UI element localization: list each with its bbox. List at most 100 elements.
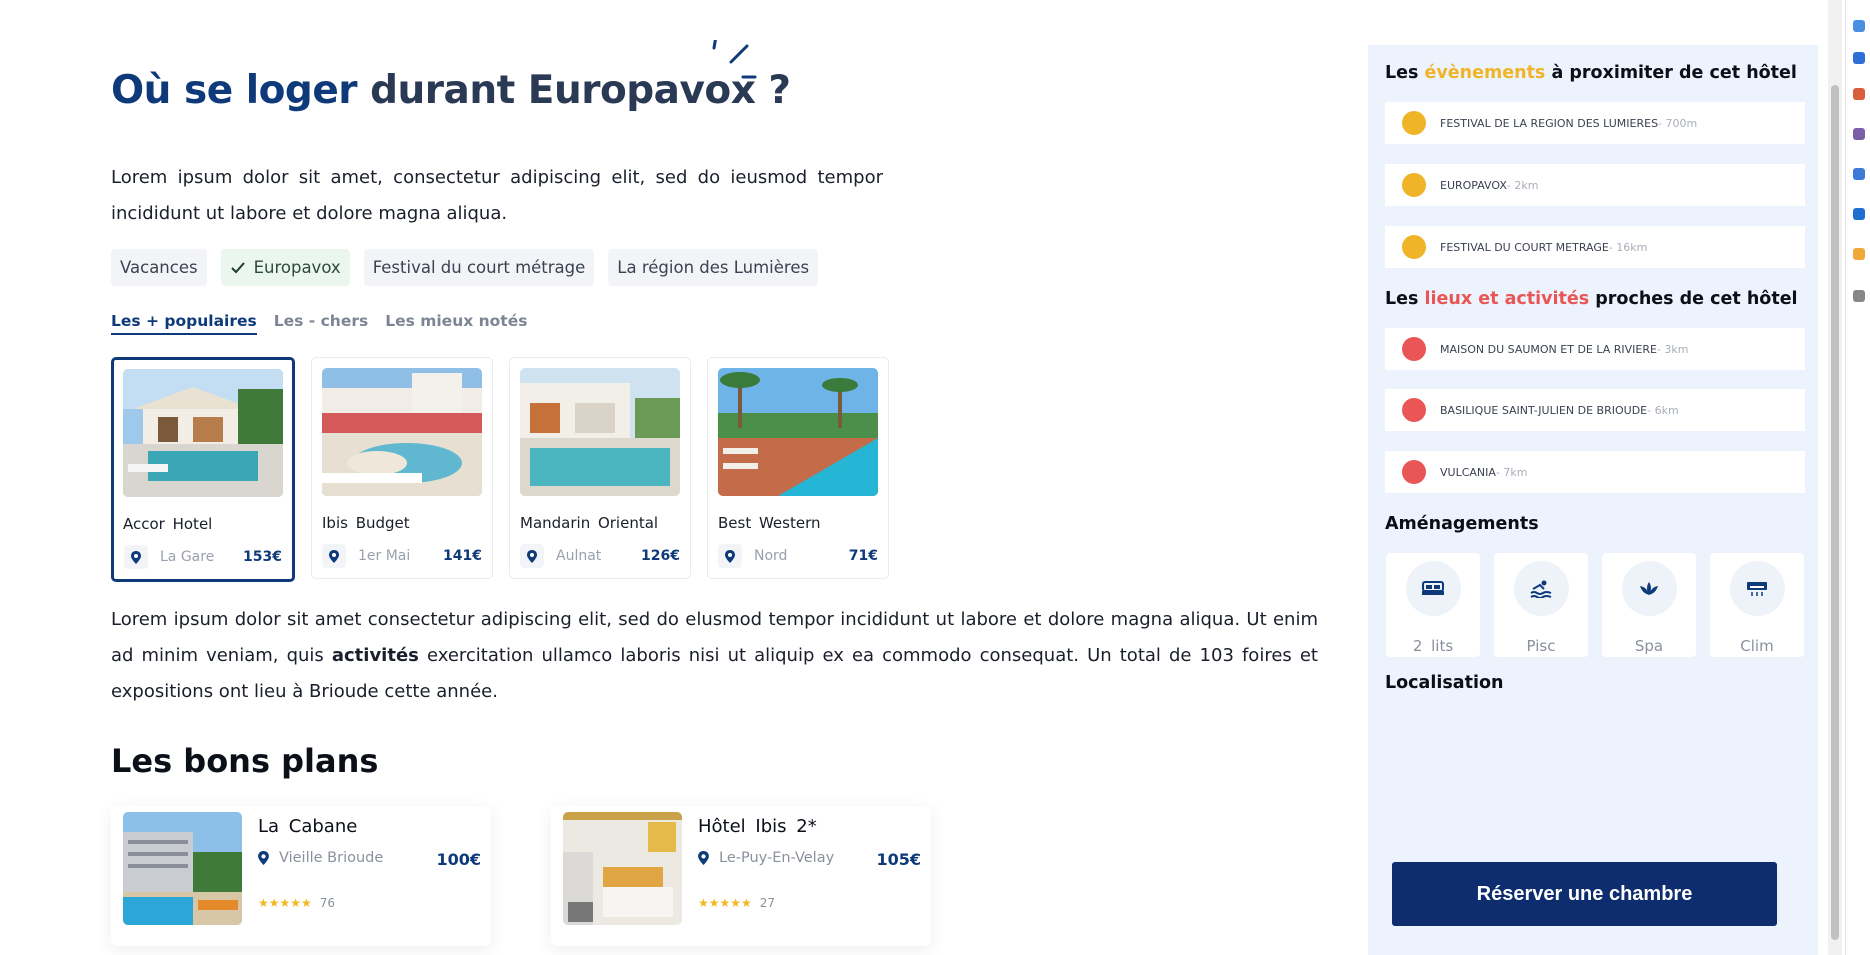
hotel-price: 71€: [848, 548, 878, 564]
description-bold: activités: [331, 645, 419, 666]
intro-paragraph: Lorem ipsum dolor sit amet, consectetur …: [111, 167, 883, 224]
hotel-location: Nord: [754, 548, 788, 564]
chip-festival-court-metrage[interactable]: Festival du court métrage: [363, 249, 595, 286]
event-item[interactable]: FESTIVAL DE LA REGION DES LUMIERES - 700…: [1385, 102, 1805, 144]
air-conditioner-icon: [1729, 561, 1785, 616]
book-room-button[interactable]: Réserver une chambre: [1392, 862, 1777, 926]
deal-card-hotel-ibis[interactable]: Hôtel Ibis 2* Le-Puy-En-Velay 105€ ★★★★★…: [551, 806, 931, 946]
location-pin-icon: [258, 851, 269, 865]
amenity-air-conditioning[interactable]: Clim: [1710, 553, 1804, 657]
hotel-photo: [718, 368, 878, 496]
hotel-price: 153€: [243, 549, 282, 565]
sidebar-app-icon[interactable]: [1853, 248, 1865, 260]
deal-photo: [563, 812, 682, 925]
place-item[interactable]: VULCANIA - 7km: [1385, 451, 1805, 493]
events-title-pre: Les: [1385, 63, 1419, 83]
event-name: FESTIVAL DE LA REGION DES LUMIERES: [1440, 116, 1659, 130]
amenity-label: Pisc: [1526, 637, 1556, 655]
chip-label: La région des Lumières: [617, 258, 810, 277]
description-paragraph: Lorem ipsum dolor sit amet consectetur a…: [111, 602, 1318, 710]
hotel-photo: [123, 369, 283, 497]
place-dot-icon: [1402, 460, 1426, 484]
place-dot-icon: [1402, 398, 1426, 422]
amenity-pool[interactable]: Pisc: [1494, 553, 1588, 657]
amenity-label: Spa: [1634, 637, 1664, 655]
star-rating: ★★★★★: [258, 896, 312, 910]
tab-mieux-notes[interactable]: Les mieux notés: [385, 312, 527, 335]
check-icon: [230, 261, 245, 273]
place-name: BASILIQUE SAINT-JULIEN DE BRIOUDE: [1440, 403, 1648, 417]
hotel-card-ibis-budget[interactable]: Ibis Budget 1er Mai 141€: [311, 357, 493, 579]
sidebar-app-icon[interactable]: [1853, 88, 1865, 100]
amenity-spa[interactable]: Spa: [1602, 553, 1696, 657]
hotel-name: Accor Hotel: [123, 515, 213, 533]
event-dot-icon: [1402, 173, 1426, 197]
events-title: Les évènements à proximiter de cet hôtel: [1385, 63, 1797, 83]
hotel-location: La Gare: [160, 549, 215, 565]
events-title-highlight: évènements: [1424, 63, 1546, 83]
event-dot-icon: [1402, 235, 1426, 259]
sidebar-app-icon[interactable]: [1853, 128, 1865, 140]
page-title-highlight: Où se loger: [111, 68, 358, 113]
deal-location: Le-Puy-En-Velay: [719, 850, 835, 866]
hotel-card-mandarin-oriental[interactable]: Mandarin Oriental Aulnat 126€: [509, 357, 691, 579]
hotel-card-best-western[interactable]: Best Western Nord 71€: [707, 357, 889, 579]
hotel-card-accor[interactable]: Accor Hotel La Gare 153€: [111, 357, 295, 582]
event-distance: - 2km: [1506, 178, 1539, 192]
amenities-list: 2 lits Pisc Spa Clim: [1386, 553, 1804, 657]
amenity-label: 2 lits: [1412, 637, 1454, 655]
deal-name: La Cabane: [258, 816, 358, 837]
bed-icon: [1405, 561, 1461, 616]
hotel-sidebar: Les évènements à proximiter de cet hôtel…: [1368, 45, 1818, 955]
page-scrollbar[interactable]: [1828, 0, 1842, 955]
location-pin-icon: [124, 545, 148, 569]
chip-europavox[interactable]: Europavox: [220, 249, 350, 286]
chip-vacances[interactable]: Vacances: [111, 249, 207, 286]
event-item[interactable]: FESTIVAL DU COURT METRAGE - 16km: [1385, 226, 1805, 268]
tab-populaires[interactable]: Les + populaires: [111, 312, 257, 335]
add-icon[interactable]: [1853, 290, 1865, 302]
event-distance: - 16km: [1608, 240, 1648, 254]
sidebar-app-icon[interactable]: [1853, 52, 1865, 64]
places-title-post: proches de cet hôtel: [1595, 289, 1798, 309]
review-count: 27: [759, 896, 776, 910]
hotel-cards: Accor Hotel La Gare 153€ Ibis Budget 1er…: [111, 357, 889, 582]
deal-price: 100€: [436, 850, 481, 869]
hotel-price: 141€: [443, 548, 482, 564]
chip-region-lumieres[interactable]: La région des Lumières: [608, 249, 819, 286]
deal-location: Vieille Brioude: [279, 850, 384, 866]
deal-price: 105€: [876, 850, 921, 869]
sparkle-decoration-icon: [712, 40, 757, 79]
tag-filters: Vacances Europavox Festival du court mét…: [111, 249, 819, 286]
place-distance: - 7km: [1495, 465, 1528, 479]
location-pin-icon: [520, 544, 544, 568]
scrollbar-thumb[interactable]: [1831, 85, 1839, 940]
places-title-pre: Les: [1385, 289, 1419, 309]
place-dot-icon: [1402, 337, 1426, 361]
amenities-title: Aménagements: [1385, 514, 1539, 534]
place-item[interactable]: MAISON DU SAUMON ET DE LA RIVIERE - 3km: [1385, 328, 1805, 370]
place-distance: - 6km: [1647, 403, 1679, 417]
event-dot-icon: [1402, 111, 1426, 135]
location-pin-icon: [322, 544, 346, 568]
deal-card-la-cabane[interactable]: La Cabane Vieille Brioude 100€ ★★★★★ 76: [111, 806, 491, 946]
hotel-name: Mandarin Oriental: [520, 514, 659, 532]
deal-name: Hôtel Ibis 2*: [698, 816, 817, 837]
browser-side-toolbar: [1845, 0, 1870, 955]
place-distance: - 3km: [1656, 342, 1689, 356]
amenity-beds[interactable]: 2 lits: [1386, 553, 1480, 657]
hotel-photo: [520, 368, 680, 496]
spa-icon: [1621, 561, 1677, 616]
place-item[interactable]: BASILIQUE SAINT-JULIEN DE BRIOUDE - 6km: [1385, 389, 1805, 431]
deals-list: La Cabane Vieille Brioude 100€ ★★★★★ 76: [111, 806, 931, 946]
location-title: Localisation: [1385, 673, 1504, 693]
places-title: Les lieux et activités proches de cet hô…: [1385, 289, 1798, 309]
place-name: VULCANIA: [1440, 465, 1496, 479]
pool-icon: [1513, 561, 1569, 616]
amenity-label: Clim: [1740, 637, 1774, 655]
sidebar-app-icon[interactable]: [1853, 20, 1865, 32]
tab-moins-chers[interactable]: Les - chers: [274, 312, 368, 335]
event-item[interactable]: EUROPAVOX - 2km: [1385, 164, 1805, 206]
sidebar-app-icon[interactable]: [1853, 208, 1865, 220]
sidebar-app-icon[interactable]: [1853, 168, 1865, 180]
